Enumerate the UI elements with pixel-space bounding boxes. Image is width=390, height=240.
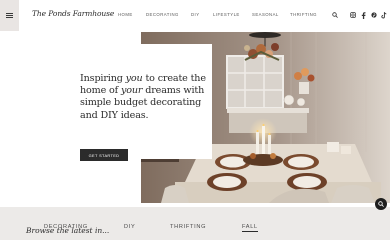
category-diy[interactable]: DIY bbox=[124, 224, 135, 230]
category-thrifting[interactable]: THRIFTING bbox=[170, 224, 206, 230]
search-button[interactable] bbox=[375, 198, 387, 210]
pinterest-icon[interactable] bbox=[370, 11, 377, 19]
tiktok-icon[interactable] bbox=[380, 11, 387, 19]
get-started-button[interactable]: GET STARTED bbox=[80, 149, 128, 161]
category-fall[interactable]: FALL bbox=[242, 224, 258, 232]
search-icon bbox=[378, 201, 384, 207]
search-icon[interactable] bbox=[331, 11, 338, 19]
nav-item-home[interactable]: HOME bbox=[118, 12, 133, 17]
menu-button[interactable] bbox=[0, 0, 19, 31]
nav-item-diy[interactable]: DIY bbox=[191, 12, 200, 17]
category-decorating[interactable]: DECORATING bbox=[44, 224, 88, 230]
site-header: The Ponds Farmhouse HOME DECORATING DIY … bbox=[0, 0, 390, 31]
site-logo[interactable]: The Ponds Farmhouse bbox=[32, 9, 114, 18]
nav-item-seasonal[interactable]: SEASONAL bbox=[252, 12, 279, 17]
hero-text-emphasis: your bbox=[120, 85, 143, 97]
instagram-icon[interactable] bbox=[349, 11, 356, 19]
hero-text-emphasis: you bbox=[125, 73, 143, 84]
nav-item-thrifting[interactable]: THRIFTING bbox=[290, 12, 317, 17]
nav-item-decorating[interactable]: DECORATING bbox=[146, 12, 179, 17]
nav-item-lifestyle[interactable]: LIFESTYLE bbox=[213, 12, 240, 17]
facebook-icon[interactable] bbox=[360, 11, 367, 19]
hero-tagline: Inspiring you to create the home of your… bbox=[80, 73, 208, 122]
hero-text-part: Inspiring bbox=[80, 73, 126, 84]
menu-icon bbox=[6, 13, 13, 18]
